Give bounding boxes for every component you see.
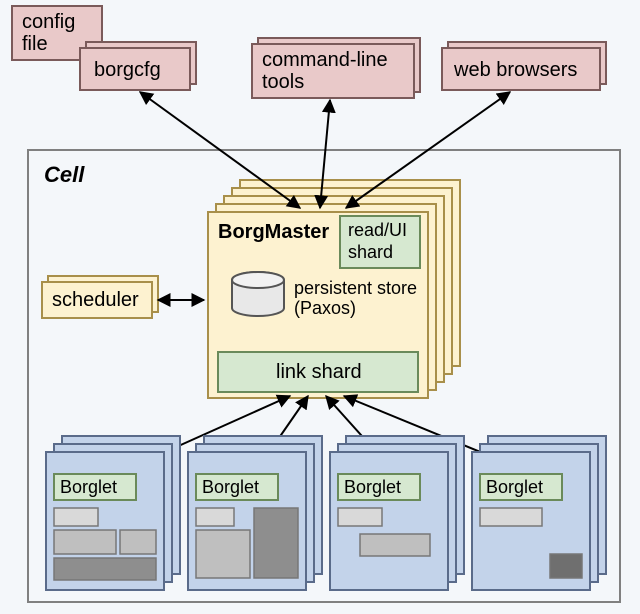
borglet-label: Borglet (202, 477, 259, 497)
task-block (338, 508, 382, 526)
borglet-machine: Borglet (188, 436, 322, 590)
borglet-machine: Borglet (330, 436, 464, 590)
task-block (254, 508, 298, 578)
borglet-label: Borglet (344, 477, 401, 497)
scheduler-label: scheduler (52, 289, 139, 311)
borglet-label: Borglet (60, 477, 117, 497)
web-box: web browsers (442, 42, 606, 90)
scheduler-box: scheduler (42, 276, 158, 318)
task-block (196, 530, 250, 578)
task-block (480, 508, 542, 526)
task-block (54, 508, 98, 526)
link-shard-label: link shard (276, 361, 362, 383)
borgmaster-title: BorgMaster (218, 221, 329, 243)
borgcfg-box: borgcfg (80, 42, 196, 90)
borglet-machine: Borglet (472, 436, 606, 590)
task-block (54, 558, 156, 580)
task-block (54, 530, 116, 554)
cell-label: Cell (44, 162, 85, 187)
task-block (550, 554, 582, 578)
task-block (360, 534, 430, 556)
web-label: web browsers (453, 59, 577, 81)
persistent-store-icon (232, 272, 284, 316)
task-block (120, 530, 156, 554)
cli-box: command-linetools (252, 38, 420, 98)
task-block (196, 508, 234, 526)
borglet-machine: Borglet (46, 436, 180, 590)
borgcfg-label: borgcfg (94, 59, 161, 81)
borglet-label: Borglet (486, 477, 543, 497)
